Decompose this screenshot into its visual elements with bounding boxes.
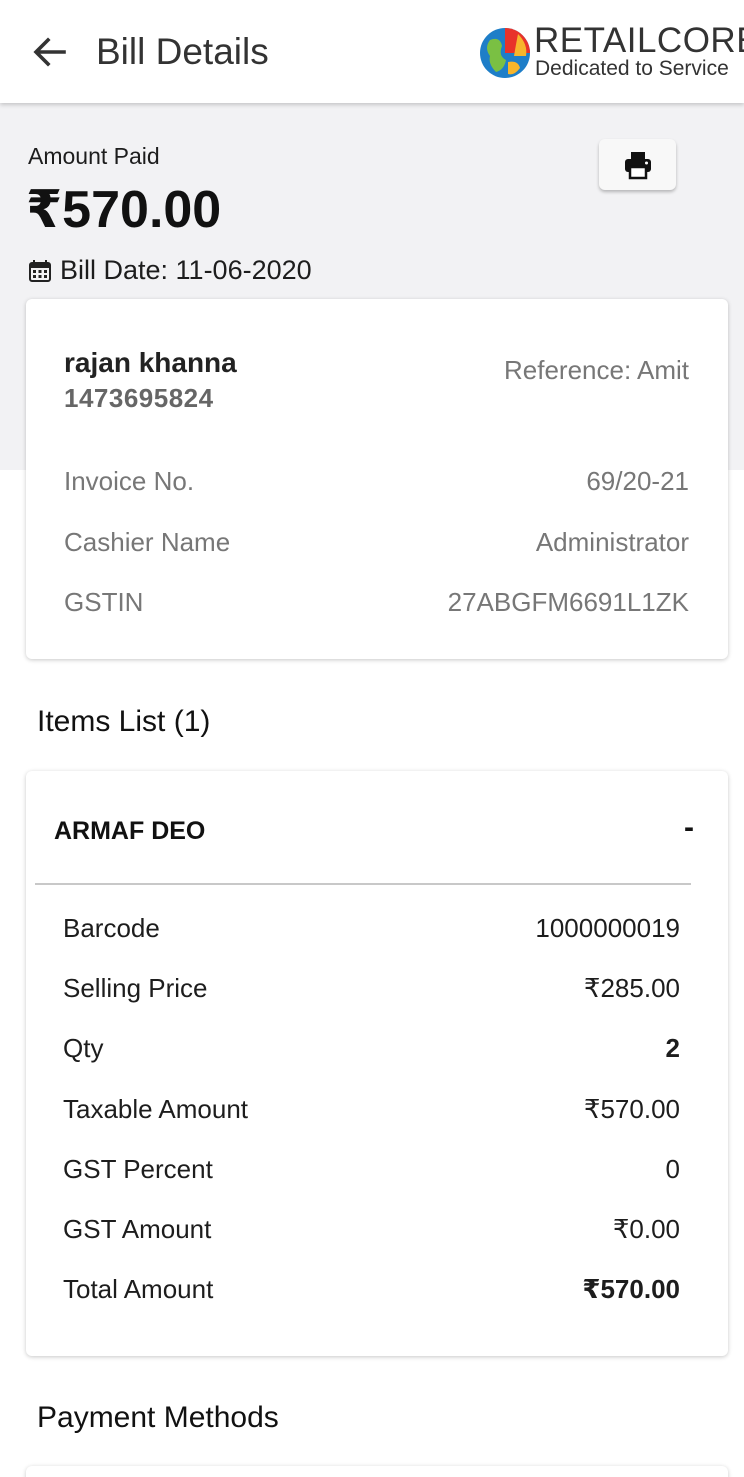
customer-name: rajan khanna — [64, 347, 237, 378]
selling-price-label: Selling Price — [63, 973, 208, 1003]
total-amount-row: Total Amount ₹570.00 — [63, 1274, 680, 1308]
selling-price-row: Selling Price ₹285.00 — [63, 973, 680, 1007]
collapse-item-button[interactable]: - — [684, 811, 694, 845]
print-button[interactable] — [599, 139, 676, 190]
payment-methods-card — [26, 1466, 728, 1477]
gstin-row: GSTIN 27ABGFM6691L1ZK — [64, 587, 689, 621]
invoice-number-value: 69/20-21 — [586, 466, 689, 496]
barcode-value: 1000000019 — [535, 913, 680, 943]
bill-details-screen: Bill Details RETAILCORE Dedicated to Ser… — [0, 0, 744, 1477]
gst-amount-row: GST Amount ₹0.00 — [63, 1214, 680, 1248]
cashier-name-value: Administrator — [535, 527, 689, 557]
item-card: ARMAF DEO - Barcode 1000000019 Selling P… — [26, 771, 728, 1356]
customer-info-card: rajan khanna 1473695824 Reference: Amit … — [26, 299, 728, 659]
item-name: ARMAF DEO — [54, 817, 206, 845]
gst-amount-label: GST Amount — [63, 1214, 212, 1244]
cashier-name-label: Cashier Name — [64, 527, 231, 557]
gstin-label: GSTIN — [64, 587, 144, 617]
invoice-number-row: Invoice No. 69/20-21 — [64, 466, 689, 500]
qty-label: Qty — [63, 1033, 104, 1063]
gst-percent-label: GST Percent — [63, 1154, 213, 1184]
arrow-left-icon — [33, 37, 66, 67]
barcode-label: Barcode — [63, 913, 160, 943]
cashier-name-row: Cashier Name Administrator — [64, 527, 689, 561]
gst-percent-row: GST Percent 0 — [63, 1154, 680, 1188]
printer-icon — [624, 151, 651, 179]
total-amount-label: Total Amount — [63, 1274, 214, 1304]
reference-text: Reference: Amit — [504, 355, 689, 385]
bill-date: Bill Date: 11-06-2020 — [28, 255, 312, 286]
logo-name: RETAILCORE — [534, 21, 744, 60]
customer-phone: 1473695824 — [64, 383, 214, 413]
app-header: Bill Details RETAILCORE Dedicated to Ser… — [0, 0, 744, 103]
bill-date-text: Bill Date: 11-06-2020 — [60, 255, 312, 285]
gst-percent-value: 0 — [665, 1154, 680, 1184]
calendar-icon — [29, 259, 51, 282]
taxable-amount-value: ₹570.00 — [583, 1094, 680, 1124]
amount-paid-value: ₹570.00 — [26, 181, 222, 239]
back-button[interactable] — [28, 30, 72, 74]
invoice-number-label: Invoice No. — [64, 466, 195, 496]
payment-methods-title: Payment Methods — [37, 1401, 279, 1434]
items-list-title: Items List (1) — [37, 705, 211, 738]
gst-amount-value: ₹0.00 — [612, 1214, 680, 1244]
taxable-amount-label: Taxable Amount — [63, 1094, 249, 1124]
logo-tagline: Dedicated to Service — [535, 57, 729, 80]
qty-row: Qty 2 — [63, 1033, 680, 1067]
globe-logo-icon — [480, 28, 530, 78]
taxable-amount-row: Taxable Amount ₹570.00 — [63, 1094, 680, 1128]
item-divider — [35, 883, 691, 885]
retailcore-logo: RETAILCORE Dedicated to Service — [478, 22, 744, 82]
total-amount-value: ₹570.00 — [582, 1274, 680, 1304]
page-title: Bill Details — [96, 31, 269, 72]
amount-paid-label: Amount Paid — [28, 143, 160, 169]
gstin-value: 27ABGFM6691L1ZK — [447, 587, 689, 617]
selling-price-value: ₹285.00 — [583, 973, 680, 1003]
qty-value: 2 — [665, 1033, 680, 1063]
barcode-row: Barcode 1000000019 — [63, 913, 680, 947]
